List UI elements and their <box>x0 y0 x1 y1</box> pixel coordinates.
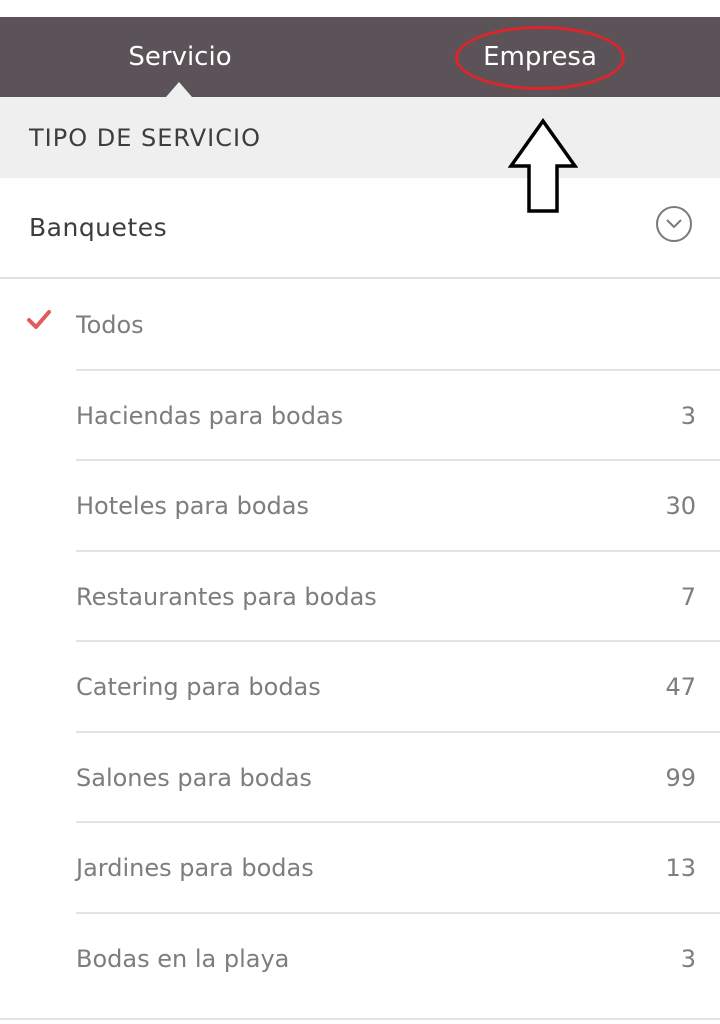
tab-empresa-label: Empresa <box>483 42 597 72</box>
tab-empresa[interactable]: Empresa <box>360 17 720 97</box>
list-item-todos[interactable]: Todos <box>0 280 720 371</box>
list-item-catering[interactable]: Catering para bodas 47 <box>0 642 720 733</box>
top-strip <box>0 0 720 17</box>
list-item-count: 3 <box>680 401 696 430</box>
list-item-label: Todos <box>76 311 144 339</box>
list-item-playa[interactable]: Bodas en la playa 3 <box>0 914 720 1005</box>
category-dropdown[interactable]: Banquetes <box>0 178 720 279</box>
list-item-restaurantes[interactable]: Restaurantes para bodas 7 <box>0 552 720 642</box>
list-item-label: Catering para bodas <box>76 673 321 701</box>
list-item-label: Hoteles para bodas <box>76 492 309 520</box>
service-list: Todos Haciendas para bodas 3 Hoteles par… <box>0 280 720 1004</box>
list-item-hoteles[interactable]: Hoteles para bodas 30 <box>0 461 720 552</box>
list-item-salones[interactable]: Salones para bodas 99 <box>0 733 720 823</box>
section-header: TIPO DE SERVICIO <box>0 97 720 178</box>
list-item-label: Restaurantes para bodas <box>76 582 377 611</box>
bottom-divider <box>0 1018 720 1020</box>
list-item-count: 3 <box>680 944 696 973</box>
tab-servicio-label: Servicio <box>128 42 232 72</box>
section-title: TIPO DE SERVICIO <box>29 123 261 152</box>
page: Servicio Empresa TIPO DE SERVICIO Banque… <box>0 0 720 1024</box>
list-item-jardines[interactable]: Jardines para bodas 13 <box>0 823 720 914</box>
list-item-label: Bodas en la playa <box>76 944 290 973</box>
checkmark-icon <box>27 310 51 329</box>
tab-bar: Servicio Empresa <box>0 17 720 97</box>
list-item-count: 30 <box>665 492 696 520</box>
active-tab-pointer <box>166 82 192 97</box>
list-item-count: 99 <box>665 763 696 792</box>
list-item-haciendas[interactable]: Haciendas para bodas 3 <box>0 371 720 461</box>
list-item-count: 47 <box>665 673 696 701</box>
category-label: Banquetes <box>29 213 168 242</box>
chevron-down-circle-icon[interactable] <box>656 206 692 242</box>
list-item-label: Salones para bodas <box>76 763 312 792</box>
list-item-count: 13 <box>665 854 696 882</box>
list-item-count: 7 <box>680 582 696 611</box>
list-item-label: Haciendas para bodas <box>76 401 344 430</box>
list-item-label: Jardines para bodas <box>76 854 314 882</box>
